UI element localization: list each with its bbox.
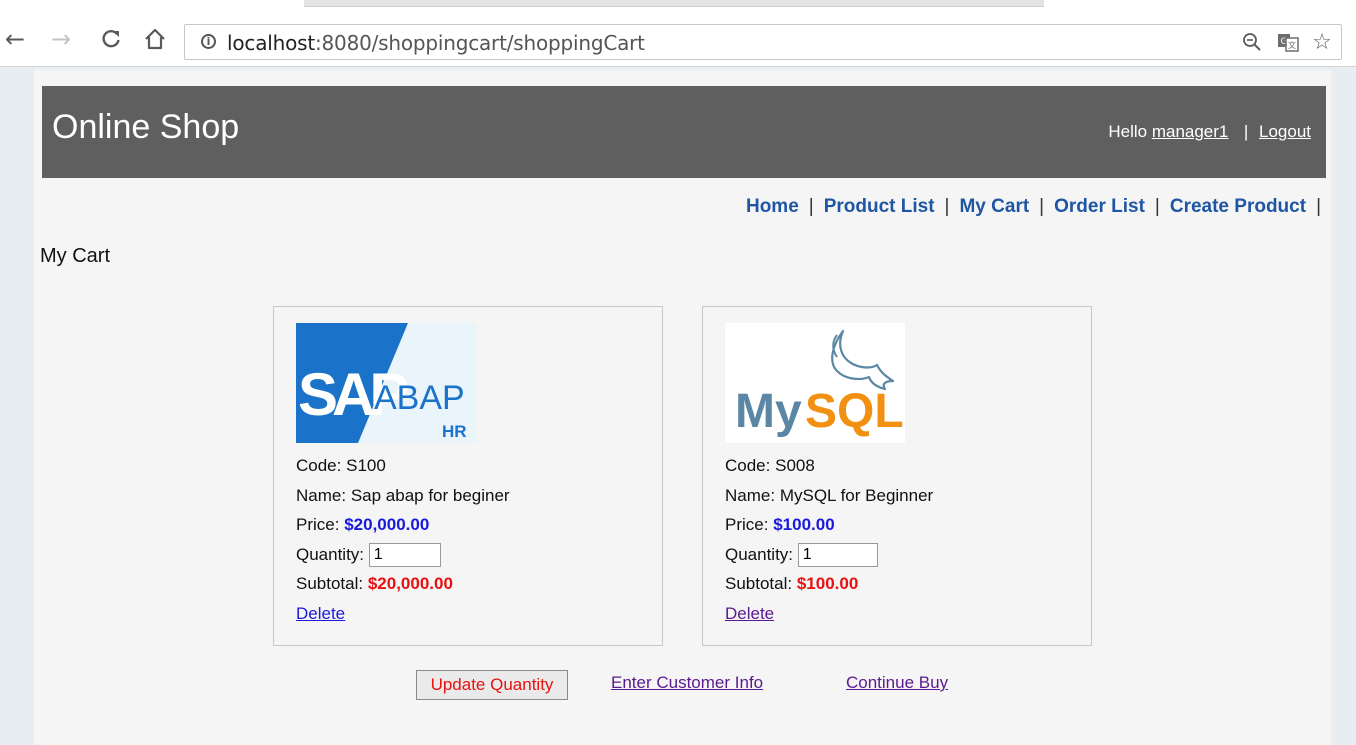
product-image-mysql: My SQL TM (725, 323, 905, 443)
product-name: Sap abap for beginer (350, 485, 510, 505)
translate-icon[interactable]: G文 (1275, 29, 1301, 55)
main-menu: Home | Product List | My Cart | Order List | Cre… (746, 196, 1321, 218)
info-icon[interactable]: i (201, 34, 216, 49)
logo-sql-text: SQL (805, 385, 904, 438)
product-info: Code: S008 Name: MySQL for Beginner Pric… (725, 451, 933, 628)
subtotal-label: Subtotal: (725, 574, 793, 593)
url-text[interactable]: localhost:8080/shoppingcart/shoppingCart (227, 31, 645, 55)
menu-separator: | (1316, 196, 1321, 217)
menu-item-home[interactable]: Home (746, 196, 799, 217)
product-name-row: Name: Sap abap for beginer (296, 481, 510, 511)
menu-item-product-list[interactable]: Product List (824, 196, 935, 217)
name-label: Name: (725, 485, 776, 505)
menu-separator: | (808, 196, 814, 217)
enter-customer-info-link[interactable]: Enter Customer Info (611, 673, 763, 693)
greeting-text: Hello (1108, 122, 1148, 141)
product-quantity-row: Quantity: (296, 540, 510, 570)
price-label: Price: (296, 515, 340, 534)
logo-my-text: My (735, 385, 802, 438)
menu-separator: | (1039, 196, 1045, 217)
product-code-row: Code: S100 (296, 451, 510, 481)
url-host: localhost (227, 31, 315, 55)
quantity-label: Quantity: (296, 544, 365, 564)
continue-buy-link[interactable]: Continue Buy (846, 673, 948, 693)
url-path: :8080/shoppingcart/shoppingCart (314, 31, 645, 55)
code-label: Code: (725, 456, 771, 475)
product-price-row: Price: $20,000.00 (296, 510, 510, 540)
logo-tm-text: TM (891, 423, 900, 429)
product-image-sap-abap: SAP ABAP HR (296, 323, 476, 443)
product-quantity-row: Quantity: (725, 540, 933, 570)
delete-link[interactable]: Delete (725, 604, 774, 623)
product-info: Code: S100 Name: Sap abap for beginer Pr… (296, 451, 510, 628)
cart-item: SAP ABAP HR Code: S100 Name: Sap abap fo… (273, 306, 663, 646)
page-content: Online Shop Hello manager1 | Logout Home… (34, 70, 1331, 745)
user-area: Hello manager1 | Logout (1108, 122, 1311, 142)
site-title: Online Shop (52, 108, 240, 146)
quantity-input[interactable] (368, 543, 441, 568)
home-icon[interactable] (140, 24, 170, 54)
quantity-label: Quantity: (725, 544, 794, 564)
back-arrow-icon[interactable]: ← (0, 24, 30, 54)
menu-separator: | (944, 196, 950, 217)
menu-separator: | (1154, 196, 1160, 217)
product-subtotal: $20,000.00 (367, 574, 453, 593)
product-subtotal-row: Subtotal: $100.00 (725, 569, 933, 599)
price-label: Price: (725, 515, 769, 534)
product-subtotal: $100.00 (796, 574, 859, 593)
product-price: $20,000.00 (344, 515, 430, 534)
update-quantity-button[interactable]: Update Quantity (416, 670, 568, 700)
product-price-row: Price: $100.00 (725, 510, 933, 540)
svg-text:文: 文 (1288, 40, 1296, 50)
product-name-row: Name: MySQL for Beginner (725, 481, 933, 511)
product-code: S008 (775, 456, 815, 475)
cart-item: My SQL TM Code: S008 Name: MySQL for Beg… (702, 306, 1092, 646)
reload-icon[interactable] (96, 24, 126, 54)
product-code-row: Code: S008 (725, 451, 933, 481)
product-price: $100.00 (773, 515, 835, 534)
code-label: Code: (296, 456, 342, 475)
product-code: S100 (346, 456, 386, 475)
zoom-icon[interactable] (1239, 29, 1265, 55)
menu-item-order-list[interactable]: Order List (1054, 196, 1145, 217)
menu-item-create-product[interactable]: Create Product (1170, 196, 1306, 217)
bookmark-star-icon[interactable]: ☆ (1309, 29, 1335, 55)
product-subtotal-row: Subtotal: $20,000.00 (296, 569, 510, 599)
address-bar[interactable]: i localhost:8080/shoppingcart/shoppingCa… (184, 24, 1342, 60)
page-title: My Cart (40, 245, 110, 267)
header-separator: | (1243, 122, 1249, 141)
product-name: MySQL for Beginner (779, 485, 934, 505)
tab-strip (304, 0, 1044, 7)
forward-arrow-icon[interactable]: → (46, 24, 76, 54)
site-header: Online Shop Hello manager1 | Logout (42, 86, 1326, 178)
logo-hr-text: HR (442, 422, 467, 441)
subtotal-label: Subtotal: (296, 574, 364, 593)
quantity-input[interactable] (797, 543, 878, 568)
menu-item-my-cart[interactable]: My Cart (959, 196, 1029, 217)
browser-chrome: ← → i localhost:8080/shoppingcart/shoppi… (0, 0, 1356, 67)
logo-abap-text: ABAP (374, 379, 465, 417)
delete-link[interactable]: Delete (296, 604, 345, 623)
name-label: Name: (296, 485, 347, 505)
username-link[interactable]: manager1 (1152, 122, 1229, 141)
logout-link[interactable]: Logout (1259, 122, 1311, 141)
